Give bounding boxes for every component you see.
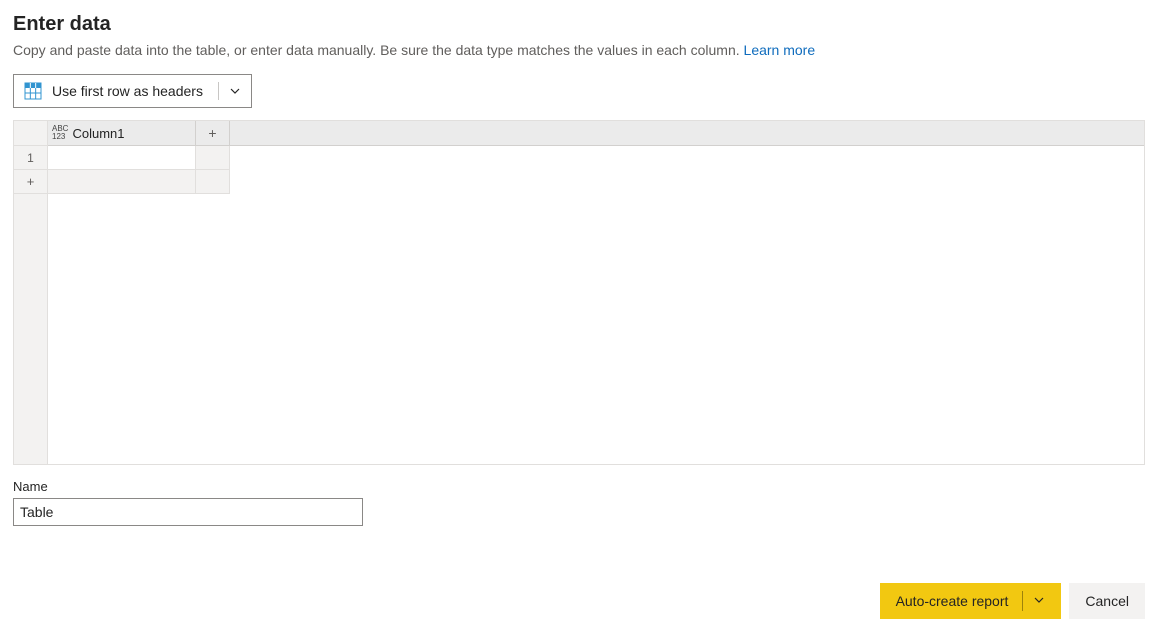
learn-more-link[interactable]: Learn more [744,42,816,58]
add-column-button[interactable]: + [196,121,230,146]
grid-cell-add-col-filler [196,146,230,170]
grid-corner [14,121,48,146]
grid-cell[interactable] [48,146,196,170]
page-title: Enter data [13,13,1145,36]
cancel-button[interactable]: Cancel [1069,583,1145,619]
column-header[interactable]: ABC 123 Column1 [48,121,196,146]
footer-buttons: Auto-create report Cancel [880,583,1145,619]
name-label: Name [13,479,1145,494]
table-headers-icon [24,82,42,100]
data-grid: ABC 123 Column1 + 1 + [13,120,1145,465]
use-first-row-as-headers-button[interactable]: Use first row as headers [13,74,252,108]
row-gutter-fill [14,194,48,464]
page-subtitle: Copy and paste data into the table, or e… [13,42,1145,58]
button-divider [1022,591,1023,611]
column-header-label: Column1 [72,126,124,141]
grid-add-row-filler [48,170,196,194]
name-field-block: Name [13,479,1145,526]
grid-add-row-filler [196,170,230,194]
row-number[interactable]: 1 [14,146,48,170]
subtitle-text: Copy and paste data into the table, or e… [13,42,744,58]
auto-create-report-button[interactable]: Auto-create report [880,583,1062,619]
header-fill [230,121,1144,146]
chevron-down-icon[interactable] [1033,593,1045,609]
grid-empty [230,146,1144,170]
toolbar-divider [218,82,219,100]
primary-button-label: Auto-create report [896,593,1009,609]
use-first-row-label: Use first row as headers [52,83,203,99]
add-row-button[interactable]: + [14,170,48,194]
table-name-input[interactable] [13,498,363,526]
grid-empty [230,170,1144,194]
datatype-abc123-icon: ABC 123 [52,125,68,141]
chevron-down-icon[interactable] [229,85,241,97]
